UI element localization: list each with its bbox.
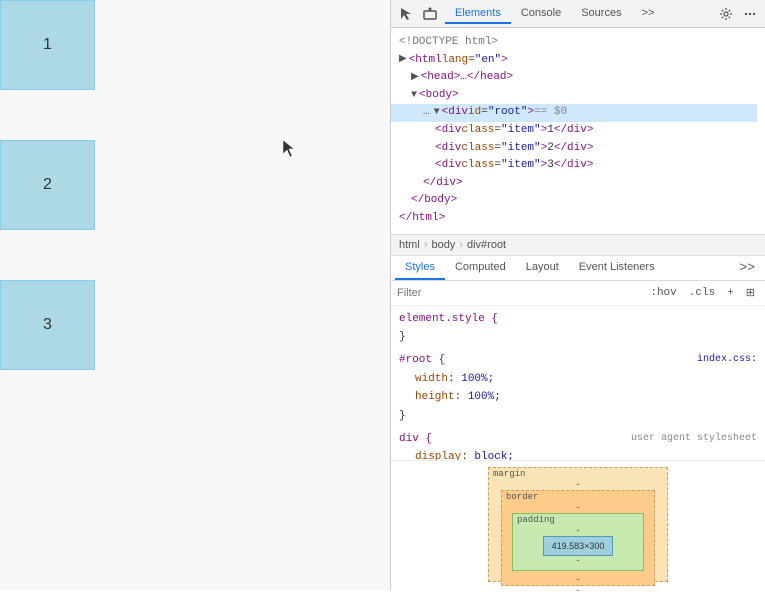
bm-margin-box: margin - border - padding - 419.583×300 … [488,467,668,582]
devtools-main-tabs: Elements Console Sources >> [445,4,711,24]
item-label-2: 2 [43,176,52,194]
filter-bar: :hov .cls + ⊞ [391,281,765,306]
tab-computed[interactable]: Computed [445,256,516,280]
bm-margin-top-val: - [489,480,667,490]
box-model-diagram: margin - border - padding - 419.583×300 … [488,467,668,582]
toolbar-right-icons [717,5,759,23]
styles-tabs: Styles Computed Layout Event Listeners >… [391,256,765,281]
cursor-pointer [283,140,295,158]
html-node-body[interactable]: ▼ <body> [399,87,757,105]
webpage-preview: 1 2 3 [0,0,390,590]
bm-border-bottom-val: - [502,575,654,585]
tab-more[interactable]: >> [632,4,665,24]
breadcrumb-body[interactable]: body [431,239,455,251]
html-node-html-close: </html> [399,210,757,228]
tab-elements[interactable]: Elements [445,4,511,24]
expand-arrow-html[interactable]: ▶ [399,52,407,68]
add-style-btn[interactable]: + [723,285,738,301]
tab-more-styles[interactable]: >> [733,258,761,277]
cursor-select-icon[interactable] [397,5,415,23]
breadcrumb: html › body › div#root [391,234,765,256]
html-tree: <!DOCTYPE html> ▶ <html lang = "en" > ▶ … [391,28,765,234]
devtools-panel: Elements Console Sources >> <!DOCTYPE ht… [390,0,765,590]
item-label-3: 3 [43,316,52,334]
ellipsis-icon[interactable] [741,5,759,23]
html-node-body-close: </body> [399,192,757,210]
expand-arrow-body[interactable]: ▼ [411,88,417,104]
tab-styles[interactable]: Styles [395,256,445,280]
filter-input[interactable] [397,287,640,299]
breadcrumb-divroot[interactable]: div#root [467,239,506,251]
flex-item-3: 3 [0,280,95,370]
html-node-item2[interactable]: <div class="item" > 2 </div> [399,140,757,158]
bm-border-label: border [502,491,654,503]
expand-arrow-root[interactable]: ▼ [434,105,440,121]
bm-content-box: 419.583×300 [543,536,614,556]
bm-border-box: border - padding - 419.583×300 - - [501,490,655,586]
bm-padding-bottom-val: - [575,556,580,566]
tab-layout[interactable]: Layout [516,256,569,280]
html-node-head[interactable]: ▶ <head>…</head> [399,69,757,87]
tab-console[interactable]: Console [511,4,571,24]
css-rule-element-style: element.style { } [399,310,757,347]
devtools-toolbar: Elements Console Sources >> [391,0,765,28]
bm-margin-label: margin [489,468,667,480]
selected-html-line[interactable]: … ▼ <div id = "root" > == $0 [391,104,757,122]
gear-icon[interactable] [717,5,735,23]
dots-btn[interactable]: … [423,104,430,122]
bm-padding-top-val: - [575,526,580,536]
html-node-doctype: <!DOCTYPE html> [399,34,757,52]
cls-btn[interactable]: .cls [685,285,719,301]
html-node-div-close: </div> [399,175,757,193]
item-label-1: 1 [43,36,52,54]
tab-event-listeners[interactable]: Event Listeners [569,256,665,280]
bm-margin-bottom-val: - [489,586,667,596]
bm-padding-box: padding - 419.583×300 - [512,513,644,571]
html-node-item1[interactable]: <div class="item" > 1 </div> [399,122,757,140]
breadcrumb-html[interactable]: html [399,239,420,251]
flex-item-1: 1 [0,0,95,90]
box-select-icon[interactable] [421,5,439,23]
html-node-item3[interactable]: <div class="item" > 3 </div> [399,157,757,175]
css-rules: element.style { } #root { index.css: wid… [391,306,765,460]
css-rule-root: #root { index.css: width: 100%; height: … [399,351,757,426]
hov-btn[interactable]: :hov [646,285,680,301]
layout-btn[interactable]: ⊞ [742,284,759,302]
expand-arrow-head[interactable]: ▶ [411,70,419,86]
tab-sources[interactable]: Sources [571,4,631,24]
bm-border-top-val: - [502,503,654,513]
css-rule-div: div { user agent stylesheet display: blo… [399,430,757,460]
box-model-area: margin - border - padding - 419.583×300 … [391,460,765,590]
html-node-root[interactable]: … ▼ <div id = "root" > == $0 [399,104,757,122]
flex-container: 1 2 3 [0,0,390,590]
filter-actions: :hov .cls + ⊞ [646,284,759,302]
html-node-html[interactable]: ▶ <html lang = "en" > [399,52,757,70]
flex-item-2: 2 [0,140,95,230]
bm-padding-label: padding [513,514,559,526]
